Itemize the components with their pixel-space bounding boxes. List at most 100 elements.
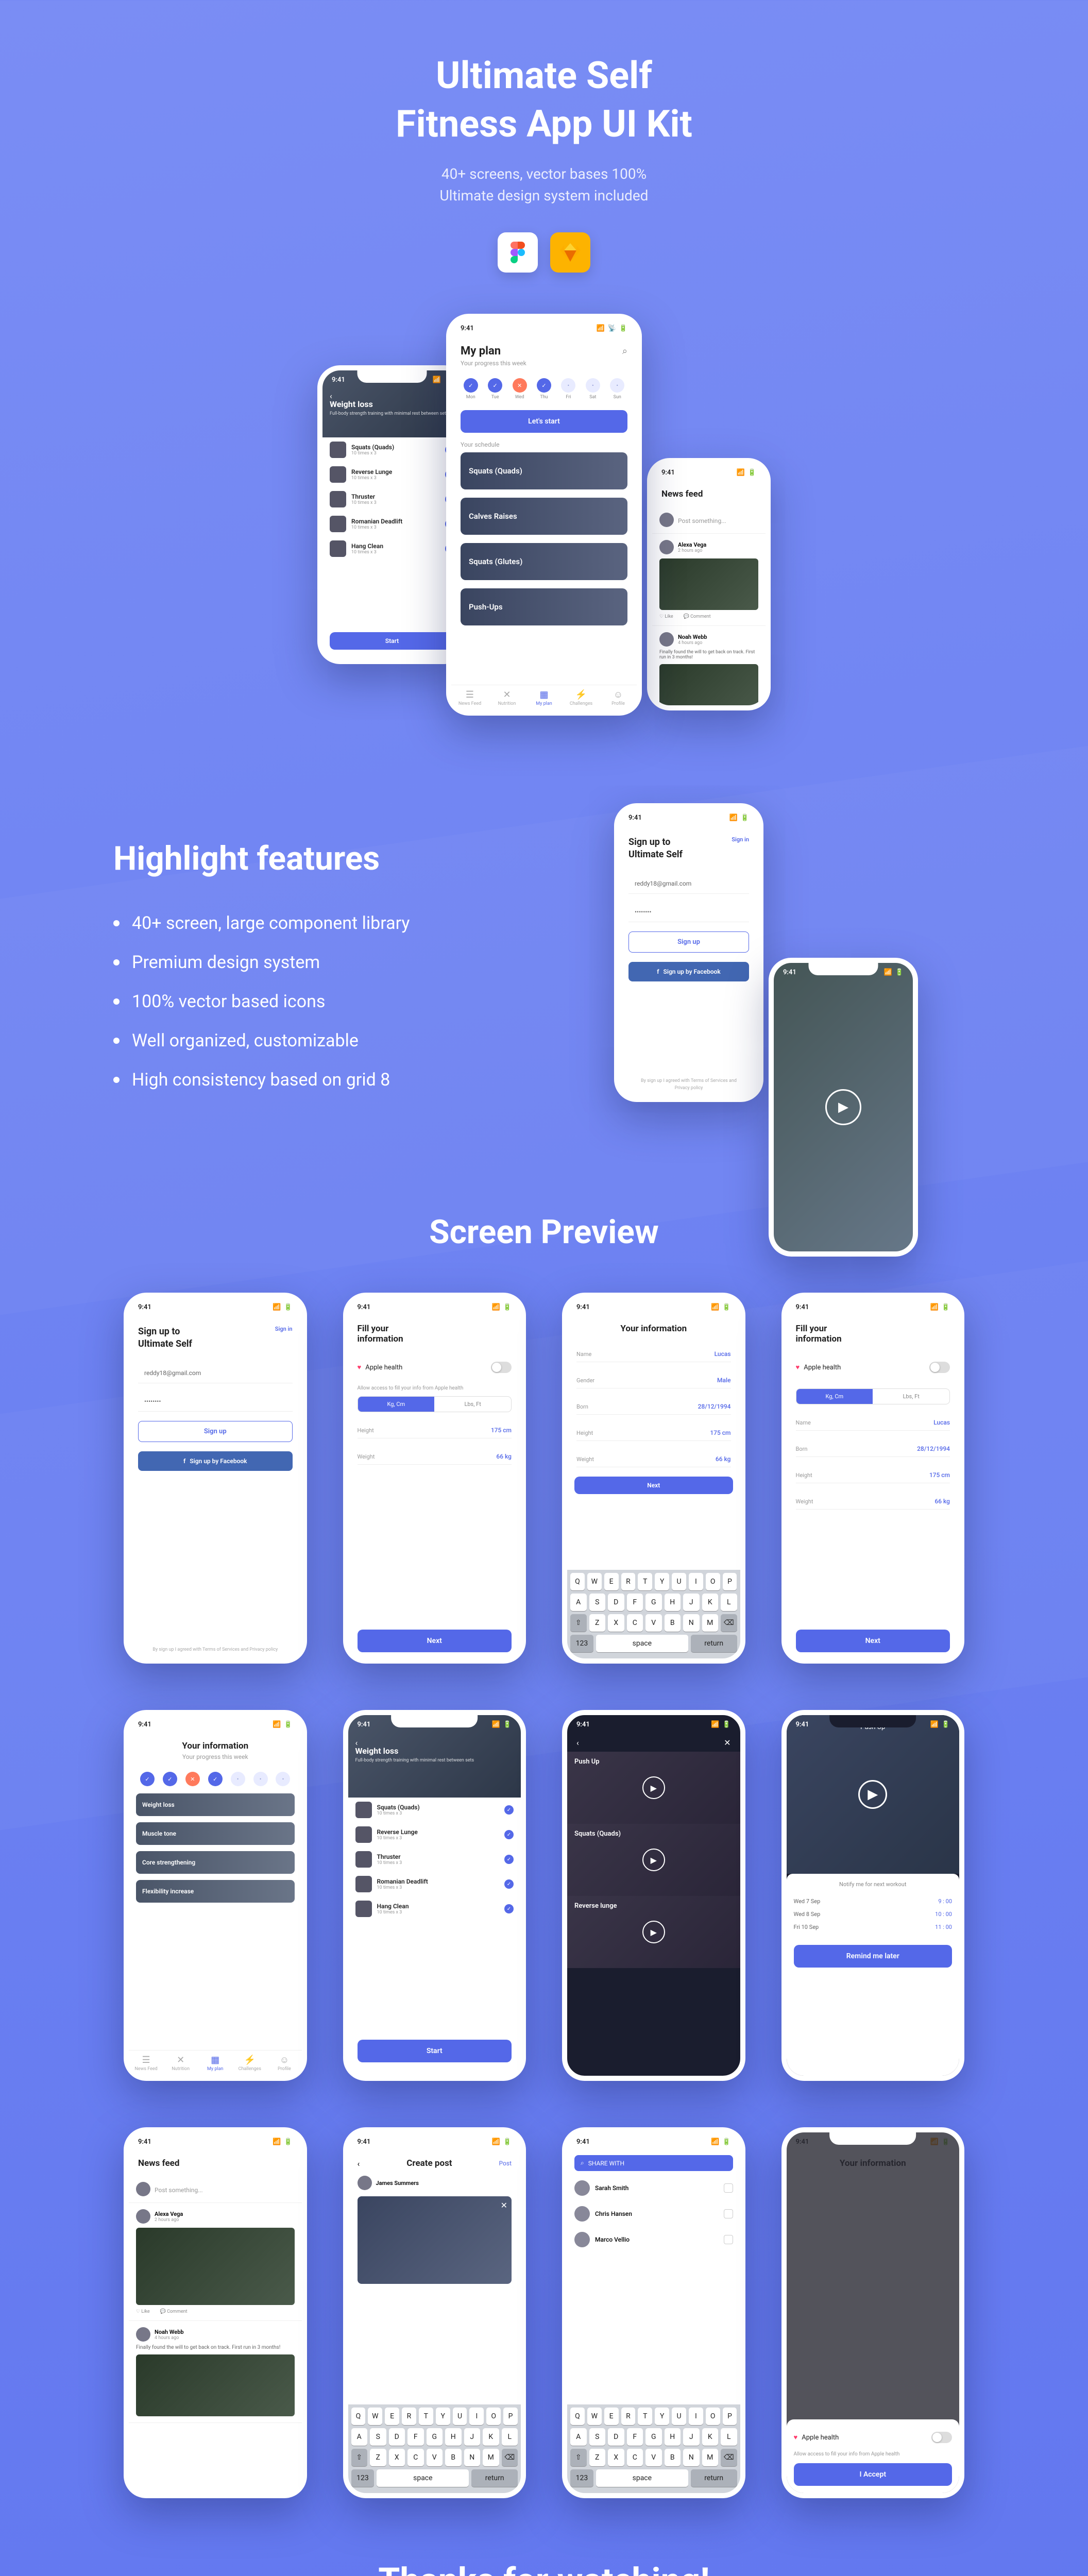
play-button[interactable]: ▶ — [825, 1089, 861, 1125]
start-button[interactable]: Start — [358, 2040, 512, 2062]
workout-item[interactable]: Reverse lunge▶ — [567, 1896, 740, 1968]
accept-button[interactable]: I Accept — [794, 2463, 953, 2486]
kb-key[interactable]: T — [638, 1573, 652, 1590]
post-image[interactable] — [659, 664, 758, 710]
avatar[interactable] — [659, 540, 674, 554]
kb-key[interactable]: P — [723, 2408, 737, 2425]
category-card[interactable]: Muscle tone — [136, 1822, 295, 1845]
exercise-card[interactable]: Squats (Quads) — [461, 452, 627, 489]
tab-profile[interactable]: ☺Profile — [600, 689, 637, 706]
email-input[interactable]: reddy18@gmail.com — [628, 874, 749, 894]
signin-link[interactable]: Sign in — [275, 1326, 293, 1332]
tab-challenges[interactable]: ⚡Challenges — [563, 689, 600, 706]
next-button[interactable]: Next — [574, 1477, 733, 1494]
kb-key[interactable]: R — [621, 2408, 636, 2425]
back-icon[interactable]: ‹ — [355, 1738, 358, 1748]
post-button[interactable]: Post — [499, 2160, 512, 2167]
kb-key[interactable]: W — [368, 2408, 382, 2425]
keyboard[interactable]: QWERTYUIOPASDFGHJKL⇧ZXCVBNM⌫123spaceretu… — [348, 2404, 521, 2493]
kb-key[interactable]: Q — [351, 2408, 366, 2425]
kb-key[interactable]: D — [608, 2428, 624, 2446]
kb-key[interactable]: L — [721, 1594, 737, 1611]
kb-key[interactable]: W — [587, 2408, 602, 2425]
signin-link[interactable]: Sign in — [732, 836, 749, 843]
comment-button[interactable]: 💬 Comment — [684, 614, 711, 619]
apple-health-toggle[interactable] — [929, 1362, 950, 1373]
kb-key[interactable]: I — [689, 1573, 703, 1590]
kb-key[interactable]: T — [419, 2408, 433, 2425]
kb-key[interactable]: Y — [436, 2408, 450, 2425]
kb-key[interactable]: L — [502, 2428, 518, 2446]
kb-key[interactable]: H — [665, 1594, 681, 1611]
kb-key[interactable]: F — [627, 2428, 643, 2446]
schedule-row[interactable]: Fri 10 Sep11 : 00 — [794, 1921, 953, 1934]
exercise-card[interactable]: Calves Raises — [461, 498, 627, 535]
exercise-row[interactable]: Squats (Quads)10 times x 3✓ — [348, 1798, 521, 1822]
kb-key[interactable]: Q — [570, 2408, 585, 2425]
share-search[interactable]: ⌕SHARE WITH — [574, 2155, 733, 2171]
kb-key[interactable]: Y — [655, 1573, 669, 1590]
kb-key[interactable]: R — [402, 2408, 416, 2425]
exercise-row[interactable]: Hang Clean10 times x 3✓ — [322, 536, 462, 561]
exercise-row[interactable]: Thruster10 times x 3✓ — [348, 1847, 521, 1872]
workout-item[interactable]: Squats (Quads)▶ — [567, 1824, 740, 1896]
name-input[interactable]: Lucas — [715, 1350, 731, 1358]
kb-key[interactable]: U — [453, 2408, 467, 2425]
exercise-row[interactable]: Reverse Lunge10 times x 3✓ — [322, 462, 462, 487]
kb-key[interactable]: S — [589, 1594, 606, 1611]
play-icon[interactable]: ▶ — [858, 1780, 887, 1809]
weight-input[interactable]: 66 kg — [496, 1453, 512, 1460]
kb-key[interactable]: E — [604, 1573, 619, 1590]
kb-key[interactable]: K — [702, 2428, 719, 2446]
workout-item[interactable]: Push Up▶ — [567, 1752, 740, 1824]
remind-button[interactable]: Remind me later — [794, 1945, 953, 1968]
kb-key[interactable]: F — [407, 2428, 424, 2446]
friend-row[interactable]: Marco Vellio — [567, 2227, 740, 2252]
kb-key[interactable]: Q — [570, 1573, 585, 1590]
kb-key[interactable]: P — [503, 2408, 518, 2425]
next-button[interactable]: Next — [796, 1630, 950, 1652]
kb-key[interactable]: L — [721, 2428, 737, 2446]
kb-key[interactable]: K — [483, 2428, 499, 2446]
facebook-button[interactable]: fSign up by Facebook — [138, 1451, 293, 1471]
kb-key[interactable]: D — [608, 1594, 624, 1611]
kb-key[interactable]: A — [570, 2428, 587, 2446]
kb-key[interactable]: S — [589, 2428, 606, 2446]
exercise-row[interactable]: Reverse Lunge10 times x 3✓ — [348, 1822, 521, 1847]
category-card[interactable]: Weight loss — [136, 1793, 295, 1816]
category-card[interactable]: Core strengthening — [136, 1851, 295, 1874]
kb-key[interactable]: H — [665, 2428, 681, 2446]
post-prompt[interactable]: Post something... — [678, 517, 726, 524]
avatar[interactable] — [659, 513, 674, 527]
unit-lbs[interactable]: Lbs, Ft — [434, 1397, 511, 1412]
post-image[interactable] — [659, 558, 758, 610]
back-icon[interactable]: ‹ — [358, 2159, 360, 2168]
kb-key[interactable]: J — [683, 2428, 700, 2446]
modal-overlay[interactable]: Apple health Allow access to fill your i… — [787, 2132, 960, 2493]
kb-key[interactable]: O — [706, 2408, 720, 2425]
kb-key[interactable]: J — [683, 1594, 700, 1611]
email-input[interactable]: reddy18@gmail.com — [138, 1363, 293, 1383]
back-icon[interactable]: ‹ — [330, 391, 332, 401]
kb-key[interactable]: G — [645, 1594, 662, 1611]
kb-key[interactable]: J — [464, 2428, 481, 2446]
apple-health-toggle[interactable] — [491, 1362, 512, 1373]
tab-myplan[interactable]: ▦My plan — [525, 689, 563, 706]
exercise-row[interactable]: Romanian Deadlift10 times x 3✓ — [348, 1872, 521, 1896]
signup-button[interactable]: Sign up — [628, 931, 749, 953]
friend-row[interactable]: Sarah Smith — [567, 2175, 740, 2201]
kb-key[interactable]: D — [389, 2428, 405, 2446]
tab-newsfeed[interactable]: ☰News Feed — [451, 689, 488, 706]
kb-key[interactable]: I — [469, 2408, 484, 2425]
born-input[interactable]: 28/12/1994 — [698, 1403, 731, 1410]
kb-key[interactable]: W — [587, 1573, 602, 1590]
kb-key[interactable]: U — [672, 1573, 686, 1590]
keyboard[interactable]: QWERTYUIOPASDFGHJKL⇧ZXCVBNM⌫123spaceretu… — [567, 1570, 740, 1658]
exercise-card[interactable]: Squats (Glutes) — [461, 543, 627, 580]
keyboard[interactable]: QWERTYUIOPASDFGHJKL⇧ZXCVBNM⌫123spaceretu… — [567, 2404, 740, 2493]
exercise-row[interactable]: Thruster10 times x 3✓ — [322, 487, 462, 512]
avatar[interactable] — [659, 632, 674, 647]
close-icon[interactable]: ✕ — [724, 1738, 730, 1748]
kb-key[interactable]: E — [385, 2408, 399, 2425]
remove-icon[interactable]: ✕ — [501, 2200, 507, 2210]
